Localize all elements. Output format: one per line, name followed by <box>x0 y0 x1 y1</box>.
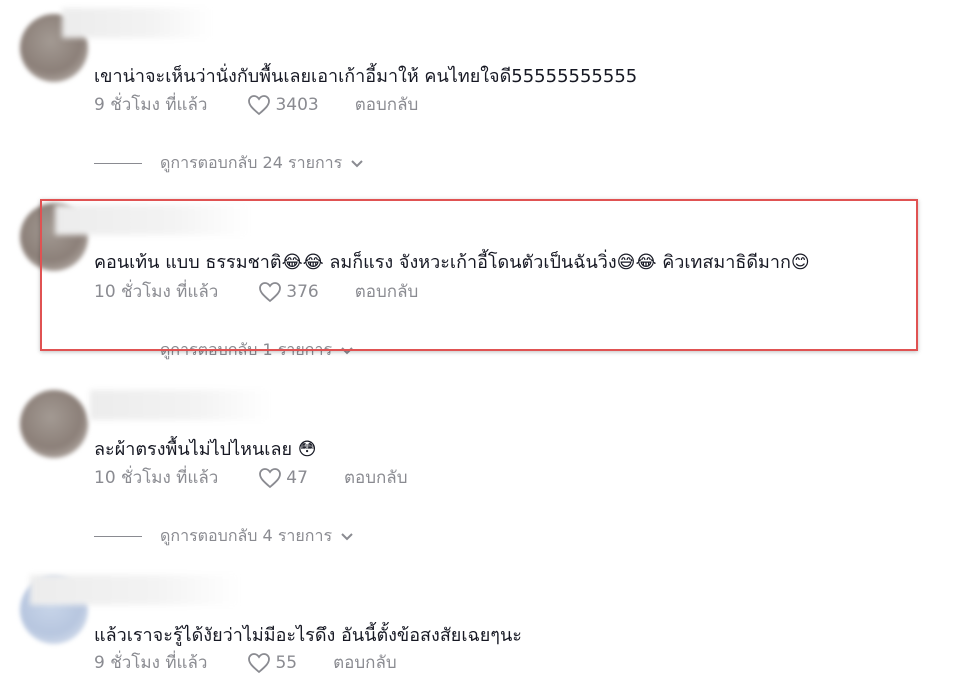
view-replies-label: ดูการตอบกลับ 4 รายการ <box>160 526 333 545</box>
comment-time: 9 ชั่วโมง ที่แล้ว <box>94 653 208 673</box>
reply-button[interactable]: ตอบกลับ <box>355 91 419 118</box>
comment-time: 10 ชั่วโมง ที่แล้ว <box>94 282 219 302</box>
avatar[interactable] <box>20 390 88 458</box>
like-count: 376 <box>286 281 319 302</box>
view-replies-button[interactable]: ดูการตอบกลับ 24 รายการ <box>94 151 364 176</box>
username-blurred[interactable] <box>90 390 270 420</box>
view-replies-label: ดูการตอบกลับ 1 รายการ <box>160 340 333 359</box>
divider-line <box>94 163 142 164</box>
like-button[interactable]: 3403 <box>247 94 319 116</box>
username-blurred[interactable] <box>55 205 250 235</box>
heart-outline-icon <box>248 652 271 673</box>
comment-meta: 9 ชั่วโมง ที่แล้ว 3403 ตอบกลับ <box>94 91 418 118</box>
comment-time: 9 ชั่วโมง ที่แล้ว <box>94 95 208 115</box>
comment-meta: 9 ชั่วโมง ที่แล้ว 55 ตอบกลับ <box>94 649 397 676</box>
view-replies-button[interactable]: ดูการตอบกลับ 1 รายการ <box>94 338 354 363</box>
username-blurred[interactable] <box>30 575 240 605</box>
heart-outline-icon <box>248 94 271 115</box>
divider-line <box>94 350 142 351</box>
like-button[interactable]: 47 <box>258 467 308 489</box>
like-button[interactable]: 376 <box>258 281 319 303</box>
comment-meta: 10 ชั่วโมง ที่แล้ว 47 ตอบกลับ <box>94 464 407 491</box>
chevron-down-icon <box>341 346 353 354</box>
reply-button[interactable]: ตอบกลับ <box>344 464 408 491</box>
heart-outline-icon <box>259 467 282 488</box>
username-blurred[interactable] <box>62 8 212 38</box>
like-count: 47 <box>286 467 308 488</box>
comment-meta: 10 ชั่วโมง ที่แล้ว 376 ตอบกลับ <box>94 278 418 305</box>
comment-time: 10 ชั่วโมง ที่แล้ว <box>94 468 219 488</box>
reply-button[interactable]: ตอบกลับ <box>355 278 419 305</box>
like-count: 55 <box>275 652 298 673</box>
like-button[interactable]: 55 <box>247 652 297 674</box>
chevron-down-icon <box>341 532 353 540</box>
like-count: 3403 <box>275 94 319 115</box>
view-replies-label: ดูการตอบกลับ 24 รายการ <box>160 153 343 172</box>
comment-text: แล้วเราจะรู้ได้งัยว่าไม่มีอะไรดึง อันนี้… <box>94 625 522 646</box>
chevron-down-icon <box>351 159 363 167</box>
reply-button[interactable]: ตอบกลับ <box>333 649 397 676</box>
divider-line <box>94 536 142 537</box>
comment-text: เขาน่าจะเห็นว่านั่งกับพื้นเลยเอาเก้าอี้ม… <box>94 66 638 87</box>
view-replies-button[interactable]: ดูการตอบกลับ 4 รายการ <box>94 524 354 549</box>
comment-text: คอนเท้น แบบ ธรรมชาติ😂😂 ลมก็แรง จังหวะเก้… <box>94 252 810 273</box>
comment-text: ละผ้าตรงพื้นไม่ไปไหนเลย 😳 <box>94 439 317 460</box>
heart-outline-icon <box>259 281 282 302</box>
